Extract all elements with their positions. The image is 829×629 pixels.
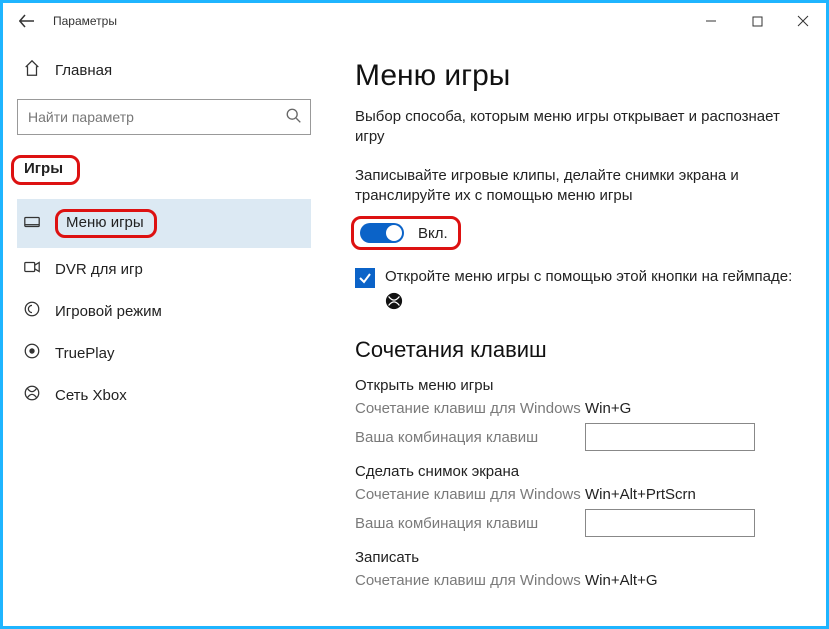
game-mode-icon [23, 300, 41, 322]
controller-checkbox[interactable] [355, 268, 375, 288]
sidebar-item-trueplay[interactable]: TruePlay [17, 332, 311, 374]
search-input[interactable] [17, 99, 311, 135]
xbox-button-icon [385, 292, 804, 315]
shortcut-group-title: Открыть меню игры [355, 377, 804, 394]
page-title: Меню игры [355, 59, 804, 93]
page-description-1: Выбор способа, которым меню игры открыва… [355, 107, 795, 148]
sidebar-item-label: DVR для игр [55, 261, 143, 278]
shortcut-user-input[interactable] [585, 423, 755, 451]
shortcut-windows-label: Сочетание клавиш для Windows [355, 572, 585, 589]
shortcut-windows-value: Win+G [585, 400, 631, 417]
xbox-icon [23, 384, 41, 406]
sidebar-item-game-bar[interactable]: Меню игры [17, 199, 311, 248]
sidebar-item-label: Игровой режим [55, 303, 162, 320]
category-header: Игры [22, 160, 65, 177]
maximize-button[interactable] [734, 5, 780, 37]
home-icon [23, 59, 41, 81]
search-icon [285, 107, 303, 130]
dvr-icon [23, 258, 41, 280]
sidebar-item-label: Сеть Xbox [55, 387, 127, 404]
sidebar-item-game-mode[interactable]: Игровой режим [17, 290, 311, 332]
shortcut-user-label: Ваша комбинация клавиш [355, 429, 585, 446]
back-button[interactable] [11, 5, 43, 37]
page-description-2: Записывайте игровые клипы, делайте снимк… [355, 166, 795, 207]
close-button[interactable] [780, 5, 826, 37]
game-bar-toggle[interactable] [360, 223, 404, 243]
game-bar-icon [23, 213, 41, 235]
checkbox-label: Откройте меню игры с помощью этой кнопки… [385, 268, 792, 285]
minimize-button[interactable] [688, 5, 734, 37]
toggle-label: Вкл. [418, 225, 448, 242]
window-title: Параметры [53, 14, 117, 28]
shortcuts-heading: Сочетания клавиш [355, 337, 804, 363]
shortcut-windows-label: Сочетание клавиш для Windows [355, 486, 585, 503]
sidebar-item-label: TruePlay [55, 345, 114, 362]
sidebar-item-dvr[interactable]: DVR для игр [17, 248, 311, 290]
sidebar-item-xbox-network[interactable]: Сеть Xbox [17, 374, 311, 416]
shortcut-group-title: Сделать снимок экрана [355, 463, 804, 480]
shortcut-group-title: Записать [355, 549, 804, 566]
shortcut-windows-value: Win+Alt+PrtScrn [585, 486, 696, 503]
shortcut-user-input[interactable] [585, 509, 755, 537]
home-nav[interactable]: Главная [17, 53, 311, 95]
home-label: Главная [55, 62, 112, 79]
shortcut-user-label: Ваша комбинация клавиш [355, 515, 585, 532]
trueplay-icon [23, 342, 41, 364]
shortcut-windows-value: Win+Alt+G [585, 572, 658, 589]
sidebar-item-label: Меню игры [66, 214, 144, 231]
shortcut-windows-label: Сочетание клавиш для Windows [355, 400, 585, 417]
